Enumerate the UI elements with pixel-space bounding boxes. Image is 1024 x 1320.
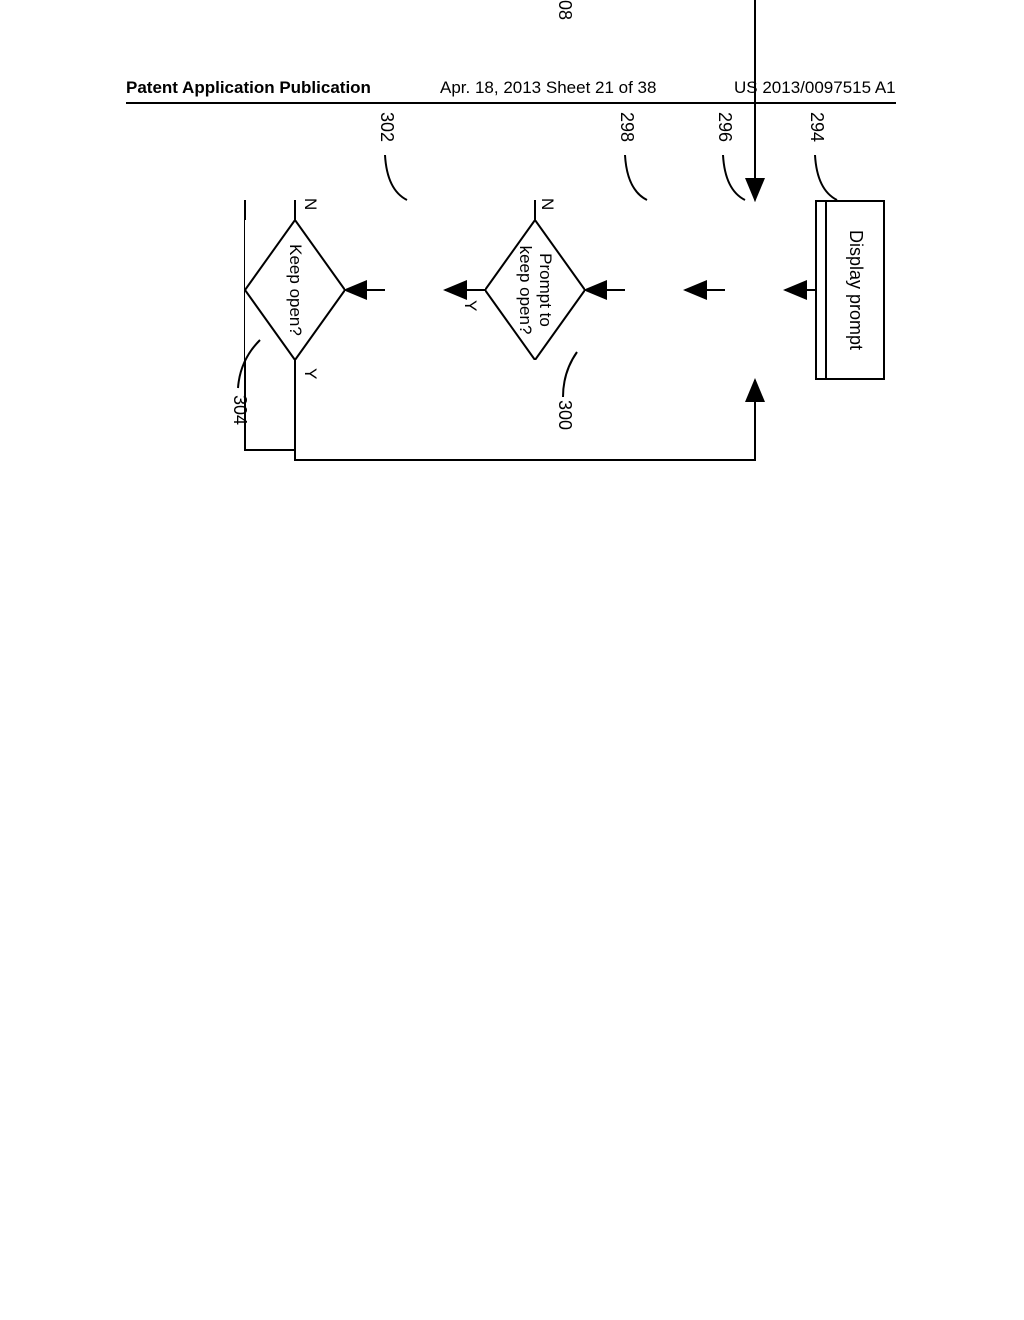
decision-prompt-keep-open: Prompt to keep open?	[485, 220, 585, 360]
process-text: Display prompt	[844, 230, 866, 350]
edge-304-y: Y	[300, 368, 320, 379]
edge-304-n: N	[300, 198, 320, 210]
decision-keep-open: Keep open?	[245, 220, 345, 360]
edge-300-y: Y	[460, 300, 480, 311]
ref-leader-296	[715, 150, 745, 205]
ref-304: 304	[229, 395, 250, 425]
flowchart-connectors-ext	[35, 0, 935, 1000]
flowchart: Receive data for dossier UI(s) 294 Displ…	[85, 200, 885, 950]
ref-leader-294	[807, 150, 837, 205]
ref-leader-298	[617, 150, 647, 205]
ref-294: 294	[806, 112, 827, 142]
ref-298: 298	[616, 112, 637, 142]
decision-text: Keep open?	[285, 244, 305, 336]
process-display-prompt: Display prompt	[825, 200, 885, 380]
ref-leader-300	[555, 352, 585, 402]
ref-296: 296	[714, 112, 735, 142]
ref-302: 302	[376, 112, 397, 142]
ref-308: 308	[554, 0, 575, 20]
ref-leader-302	[377, 150, 407, 205]
ref-leader-304	[230, 340, 260, 395]
edge-300-n: N	[537, 198, 557, 210]
decision-text: Prompt to keep open?	[515, 246, 554, 335]
ref-300: 300	[554, 400, 575, 430]
